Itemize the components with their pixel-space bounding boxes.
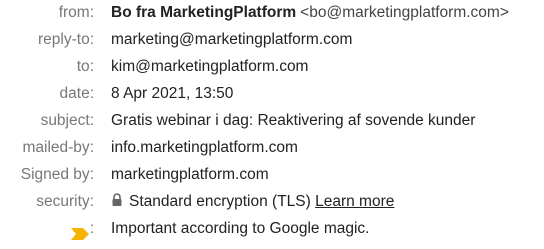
from-value: Bo fra MarketingPlatform <bo@marketingpla…	[111, 0, 509, 26]
subject-label: subject:	[40, 112, 94, 129]
signed-by-row: Signed by: marketingplatform.com	[0, 162, 544, 188]
date-row: date: 8 Apr 2021, 13:50	[0, 81, 544, 107]
mailed-by-value: info.marketingplatform.com	[111, 139, 298, 156]
signed-by-label: Signed by:	[20, 166, 94, 183]
date-label: date:	[59, 85, 94, 102]
security-label: security:	[36, 193, 94, 210]
email-details-popup: from: Bo fra MarketingPlatform <bo@market…	[0, 0, 544, 244]
lock-icon	[111, 190, 123, 206]
reply-to-value: marketing@marketingplatform.com	[111, 31, 353, 48]
learn-more-link[interactable]: Learn more	[315, 193, 394, 210]
reply-to-label: reply-to:	[38, 31, 94, 48]
security-value: Standard encryption (TLS) Learn more	[111, 189, 394, 215]
importance-label: :	[0, 216, 94, 242]
subject-row: subject: Gratis webinar i dag: Reaktiver…	[0, 108, 544, 134]
subject-value: Gratis webinar i dag: Reaktivering af so…	[111, 112, 476, 129]
security-row: security: Standard encryption (TLS) Lear…	[0, 189, 544, 215]
importance-marker-icon	[70, 223, 90, 240]
security-text: Standard encryption (TLS)	[129, 193, 311, 210]
importance-row: : Important according to Google magic.	[0, 216, 544, 242]
to-value: kim@marketingplatform.com	[111, 58, 309, 75]
mailed-by-label: mailed-by:	[22, 139, 94, 156]
to-row: to: kim@marketingplatform.com	[0, 54, 544, 80]
from-label: from:	[58, 4, 94, 21]
sender-email: <bo@marketingplatform.com>	[300, 4, 509, 21]
date-value: 8 Apr 2021, 13:50	[111, 85, 234, 102]
reply-to-row: reply-to: marketing@marketingplatform.co…	[0, 27, 544, 53]
signed-by-value: marketingplatform.com	[111, 166, 269, 183]
mailed-by-row: mailed-by: info.marketingplatform.com	[0, 135, 544, 161]
from-row: from: Bo fra MarketingPlatform <bo@market…	[0, 0, 544, 26]
importance-value: Important according to Google magic.	[111, 220, 370, 237]
sender-name: Bo fra MarketingPlatform	[111, 4, 297, 21]
to-label: to:	[76, 58, 94, 75]
